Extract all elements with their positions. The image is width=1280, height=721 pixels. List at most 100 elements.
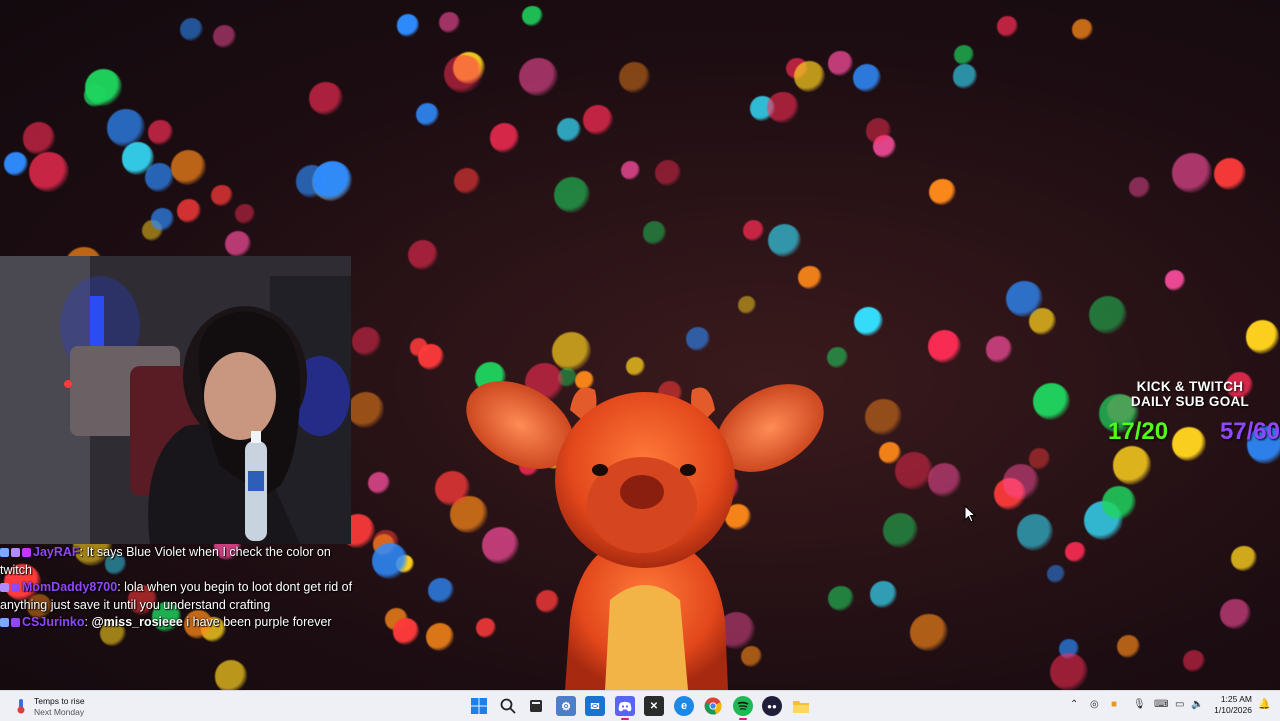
badge-icon — [0, 548, 9, 557]
bokeh-light — [148, 120, 173, 145]
bokeh-light — [767, 92, 799, 124]
webcam-feed — [0, 256, 351, 544]
bokeh-light — [686, 326, 711, 352]
bokeh-light — [416, 102, 440, 127]
thermometer-icon — [17, 699, 25, 714]
bokeh-light — [883, 513, 919, 549]
bokeh-light — [295, 165, 329, 198]
bokeh-light — [619, 62, 650, 94]
bokeh-light — [798, 265, 822, 289]
bokeh-light — [352, 327, 382, 357]
taskbar-app-chrome[interactable] — [703, 696, 723, 716]
chat-message: CSJurinko: @miss_rosieee i have been pur… — [0, 614, 355, 632]
bokeh-light — [519, 57, 559, 97]
taskbar-app-spotify[interactable] — [733, 696, 753, 720]
chat-message: JayRAF: It says Blue Violet when I check… — [0, 544, 355, 579]
bokeh-light — [214, 660, 248, 690]
weather-line1: Temps to rise — [34, 696, 85, 706]
kick-sub-count: 17/20 — [1108, 418, 1169, 445]
bokeh-light — [553, 176, 590, 214]
bokeh-light — [997, 16, 1019, 38]
bokeh-light — [767, 223, 802, 258]
taskbar: Temps to rise Next Monday ⚙ ✉ ✕ e ●● ⌃ ◎… — [0, 690, 1280, 721]
bokeh-light — [210, 184, 233, 207]
badge-icon — [0, 618, 9, 627]
bokeh-light — [1112, 446, 1152, 485]
edge-icon: e — [680, 700, 688, 712]
sub-goal-title-line1: KICK & TWITCH — [1136, 379, 1244, 394]
bokeh-light — [1088, 295, 1127, 334]
bokeh-light — [1231, 545, 1258, 572]
chat-username: MomDaddy8700 — [22, 580, 118, 594]
system-clock[interactable]: 1:25 AM 1/10/2026 — [1210, 694, 1252, 716]
webcam-scene — [0, 256, 351, 544]
taskbar-app-outlook[interactable]: ✉ — [585, 696, 605, 716]
chat-overlay: JayRAF: It says Blue Violet when I check… — [0, 544, 355, 632]
bokeh-light — [407, 239, 438, 270]
bokeh-light — [1002, 463, 1039, 500]
bokeh-light — [84, 68, 122, 106]
taskbar-app-edge[interactable]: e — [674, 696, 694, 716]
chrome-icon — [704, 697, 722, 715]
bokeh-light — [425, 623, 454, 652]
bokeh-light — [121, 142, 155, 175]
chevron-up-icon[interactable]: ⌃ — [1070, 699, 1078, 710]
bokeh-light — [176, 198, 202, 224]
bokeh-light — [1117, 635, 1141, 659]
badge-icon — [11, 548, 20, 557]
bokeh-light — [928, 178, 956, 206]
bokeh-light — [1033, 383, 1070, 421]
network-icon[interactable]: ▭ — [1175, 699, 1184, 710]
taskbar-app-discord[interactable] — [615, 696, 635, 720]
badge-icon — [11, 618, 20, 627]
bokeh-light — [1101, 485, 1136, 520]
bokeh-light — [794, 61, 826, 93]
bokeh-light — [552, 332, 592, 372]
bokeh-light — [895, 451, 934, 490]
taskbar-app-generic[interactable]: ●● — [762, 696, 782, 716]
microphone-icon[interactable]: 🎙 — [1133, 699, 1146, 710]
discord-icon — [618, 701, 632, 711]
volume-icon[interactable]: 🔈 — [1191, 699, 1203, 710]
bokeh-light — [171, 149, 207, 185]
notification-bell-icon[interactable]: 🔔 — [1258, 699, 1270, 710]
mouse-cursor-icon — [964, 505, 976, 523]
bokeh-light — [854, 307, 884, 337]
bokeh-light — [1064, 541, 1086, 563]
bokeh-light — [212, 25, 236, 49]
badge-icon — [11, 583, 20, 592]
clock-time: 1:25 AM — [1220, 694, 1252, 704]
bokeh-light — [428, 577, 454, 604]
taskbar-app-terminal[interactable]: ✕ — [644, 696, 664, 716]
file-explorer-icon — [793, 700, 809, 713]
bokeh-light — [828, 51, 853, 76]
taskbar-app-file-explorer[interactable] — [791, 696, 811, 716]
bokeh-light — [309, 81, 343, 116]
twitch-sub-count: 57/60 — [1219, 418, 1280, 445]
bokeh-light — [151, 208, 174, 231]
bokeh-light — [852, 63, 881, 93]
bokeh-light — [654, 159, 682, 187]
bokeh-light — [368, 471, 391, 494]
taskbar-app-settings[interactable]: ⚙ — [556, 696, 576, 716]
clock-date: 1/10/2026 — [1214, 705, 1252, 715]
search-button[interactable] — [498, 696, 518, 716]
tray-app-icon[interactable]: ◎ — [1090, 699, 1099, 710]
bokeh-light — [372, 542, 409, 579]
bokeh-light — [1172, 153, 1212, 193]
bokeh-light — [224, 230, 252, 258]
settings-icon: ⚙ — [561, 700, 571, 713]
bokeh-light — [621, 161, 641, 181]
bokeh-light — [953, 44, 975, 65]
tray-app-icon[interactable]: ■ — [1111, 699, 1117, 710]
heart-badge-icon — [22, 548, 31, 557]
bokeh-light — [952, 64, 978, 89]
bokeh-light — [1049, 652, 1089, 690]
bokeh-light — [392, 618, 420, 645]
task-view-button[interactable] — [526, 696, 546, 716]
keyboard-icon[interactable]: ⌨ — [1154, 699, 1168, 710]
chat-username: JayRAF — [33, 545, 80, 559]
bokeh-light — [865, 398, 902, 435]
start-button[interactable] — [469, 696, 489, 716]
bokeh-light — [438, 12, 460, 34]
